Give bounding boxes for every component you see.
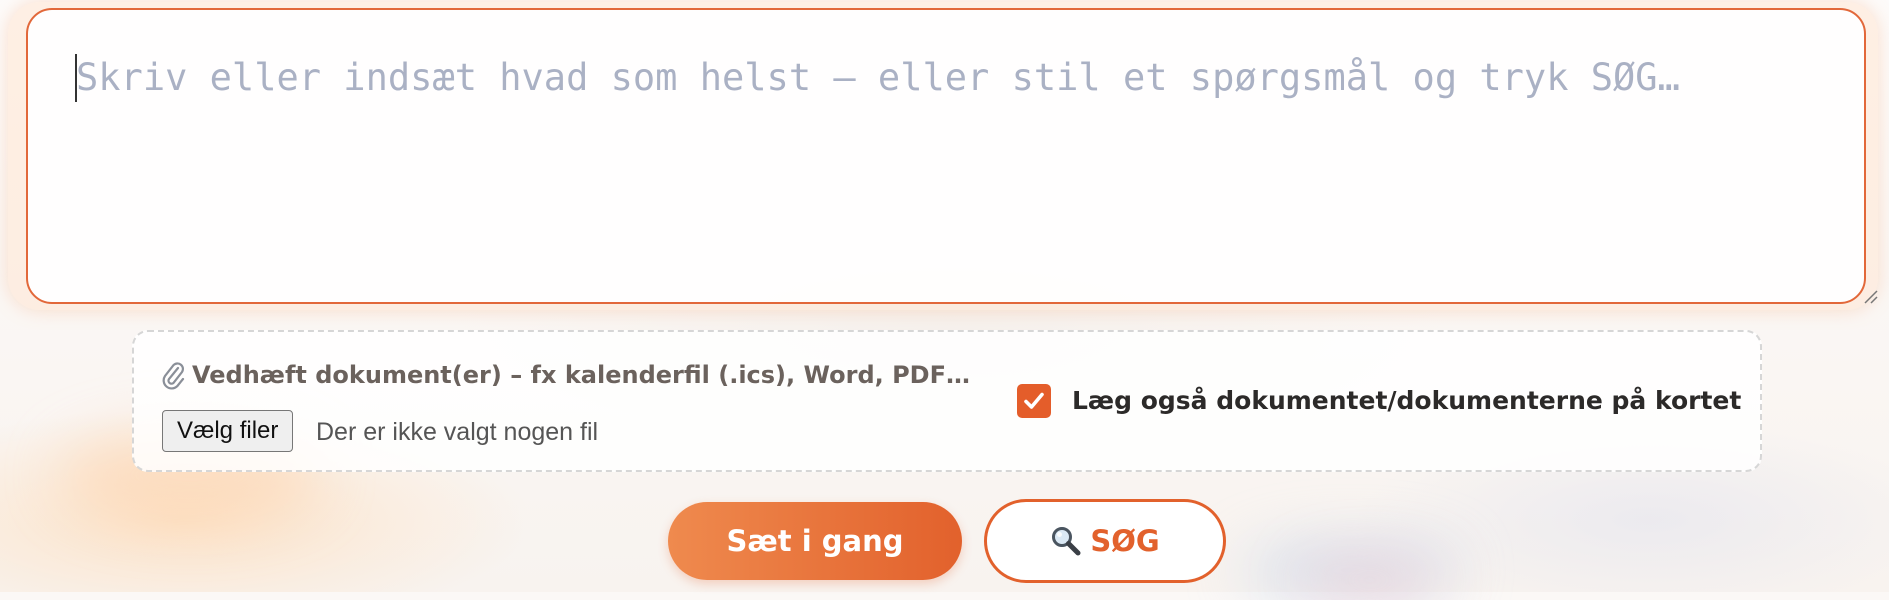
choose-files-button[interactable]: Vælg filer: [162, 410, 294, 452]
attachment-label-row: Vedhæft dokument(er) – fx kalenderfil (.…: [160, 360, 970, 390]
search-button-label: SØG: [1090, 524, 1160, 558]
file-status-text: Der er ikke valgt nogen fil: [316, 418, 599, 446]
text-caret: [75, 54, 77, 102]
start-button[interactable]: Sæt i gang: [668, 502, 962, 580]
map-checkbox[interactable]: [1017, 384, 1051, 418]
paperclip-icon: [162, 362, 185, 390]
map-checkbox-label[interactable]: Læg også dokumentet/dokumenterne på kort…: [1072, 386, 1741, 415]
background-blur: [1300, 560, 1440, 600]
resize-grip-icon[interactable]: [1862, 288, 1878, 304]
search-button[interactable]: SØG: [984, 499, 1226, 583]
attachment-dropzone[interactable]: Vedhæft dokument(er) – fx kalenderfil (.…: [132, 330, 1762, 472]
attachment-label: Vedhæft dokument(er) – fx kalenderfil (.…: [192, 361, 970, 389]
magnifier-icon: [1052, 527, 1081, 556]
query-input-container: [8, 2, 1878, 310]
checkmark-icon: [1024, 392, 1044, 409]
query-textarea[interactable]: [26, 8, 1866, 304]
